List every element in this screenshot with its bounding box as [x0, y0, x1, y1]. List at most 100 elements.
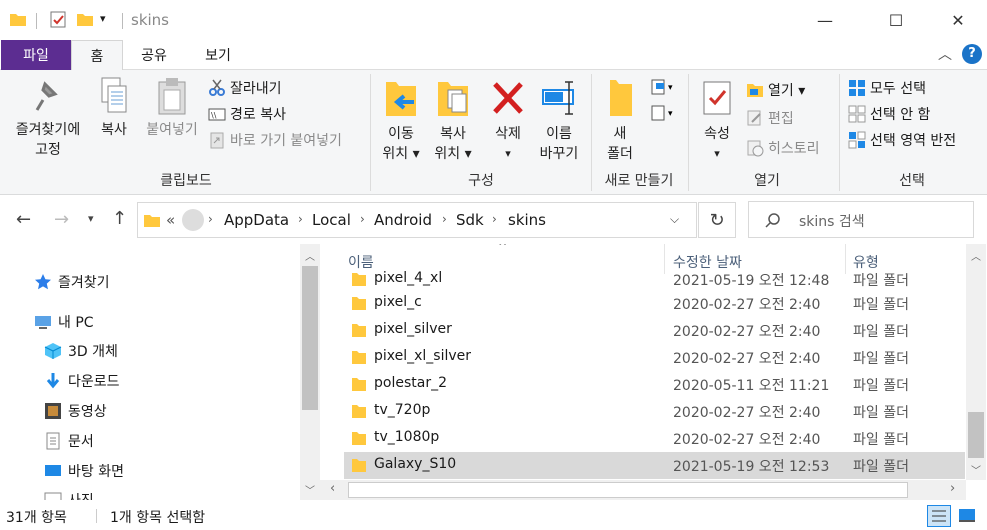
file-row[interactable]: Galaxy_S10 2021-05-19 오전 12:53 파일 폴더 — [344, 452, 965, 479]
collapse-ribbon-icon[interactable]: ︿ — [938, 44, 952, 64]
new-folder-button[interactable]: 새 폴더 — [598, 76, 642, 164]
svg-text:▾: ▾ — [668, 109, 673, 119]
folder-icon — [352, 273, 366, 286]
horizontal-scrollbar[interactable]: ‹ › — [320, 480, 966, 500]
file-name: tv_1080p — [374, 429, 440, 445]
paste-button[interactable]: 붙여넣기 — [140, 76, 204, 140]
open-group-label: 열기 — [754, 173, 780, 189]
nav-item-pictures[interactable]: 사진 — [44, 490, 94, 500]
nav-scrollbar[interactable]: ︿ ﹀ — [300, 244, 320, 500]
move-to-button[interactable]: 이동 위치 ▾ — [376, 76, 426, 164]
file-type: 파일 폴더 — [853, 324, 909, 340]
file-date: 2020-02-27 오전 2:40 — [673, 297, 821, 313]
up-arrow-icon[interactable]: ↑ — [112, 208, 127, 229]
maximize-button[interactable]: ☐ — [873, 0, 919, 40]
scroll-down-icon[interactable]: ﹀ — [305, 482, 315, 497]
select-all-button[interactable]: 모두 선택 — [848, 76, 926, 100]
address-dropdown-icon[interactable]: ⌵ — [670, 212, 679, 227]
refresh-button[interactable]: ↻ — [698, 202, 736, 238]
edit-button[interactable]: 편집 — [746, 106, 794, 130]
properties-button[interactable]: 속성 ▾ — [694, 76, 740, 164]
scissors-icon — [209, 79, 225, 96]
recent-locations-icon[interactable]: ▾ — [88, 212, 94, 225]
file-list-scroll-thumb[interactable] — [968, 412, 984, 458]
breadcrumb-overflow[interactable]: « — [166, 211, 175, 229]
customize-qat-icon[interactable]: ▾ — [100, 12, 106, 25]
breadcrumb-android[interactable]: Android — [374, 211, 432, 229]
delete-button[interactable]: 삭제 ▾ — [486, 76, 530, 164]
rename-button[interactable]: 이름 바꾸기 — [532, 76, 586, 164]
tab-share[interactable]: 공유 — [126, 40, 182, 70]
organize-group-label: 구성 — [468, 173, 494, 189]
folder-icon — [352, 324, 366, 337]
navigation-pane: 즐겨찾기 내 PC 3D 개체 다운로드 동영상 문서 바탕 화면 사진 — [0, 244, 320, 500]
properties-check-icon[interactable] — [50, 11, 66, 28]
forward-arrow-icon[interactable]: → — [54, 209, 69, 230]
invert-selection-button[interactable]: 선택 영역 반전 — [848, 128, 956, 152]
cut-button[interactable]: 잘라내기 — [208, 76, 282, 100]
item-count: 31개 항목 — [6, 510, 67, 526]
copy-to-button[interactable]: 복사 위치 ▾ — [428, 76, 478, 164]
copy-button[interactable]: 복사 — [92, 76, 136, 140]
new-folder-qat-icon[interactable] — [77, 12, 93, 26]
delete-x-icon — [493, 82, 523, 114]
scroll-left-icon[interactable]: ‹ — [330, 481, 335, 496]
status-bar: 31개 항목 1개 항목 선택함 — [0, 502, 987, 530]
close-button[interactable]: ✕ — [935, 0, 981, 40]
scroll-right-icon[interactable]: › — [950, 481, 955, 496]
nav-item-desktop[interactable]: 바탕 화면 — [44, 461, 124, 481]
scroll-down-icon[interactable]: ﹀ — [971, 462, 981, 477]
pictures-icon — [44, 492, 62, 500]
file-row[interactable]: pixel_silver 2020-02-27 오전 2:40 파일 폴더 — [344, 317, 965, 344]
nav-item-documents[interactable]: 문서 — [44, 431, 94, 451]
tab-view[interactable]: 보기 — [190, 40, 246, 70]
easy-access-icon[interactable]: ▾ — [650, 104, 678, 122]
title-bar: ▾ skins — ☐ ✕ — [0, 0, 987, 40]
breadcrumb-appdata[interactable]: AppData — [224, 211, 289, 229]
invert-selection-icon — [848, 131, 866, 149]
large-icons-view-button[interactable] — [956, 505, 980, 527]
file-row[interactable]: pixel_c 2020-02-27 오전 2:40 파일 폴더 — [344, 290, 965, 317]
file-type: 파일 폴더 — [853, 378, 909, 394]
file-row[interactable]: tv_1080p 2020-02-27 오전 2:40 파일 폴더 — [344, 425, 965, 452]
nav-scroll-thumb[interactable] — [302, 266, 318, 410]
history-button[interactable]: 히스토리 — [746, 136, 820, 160]
new-folder-icon — [610, 80, 632, 116]
breadcrumb-skins[interactable]: skins — [508, 211, 546, 229]
help-icon[interactable]: ? — [962, 44, 982, 64]
horizontal-scroll-thumb[interactable] — [348, 482, 908, 498]
breadcrumb-local[interactable]: Local — [312, 211, 351, 229]
details-view-button[interactable] — [927, 505, 951, 527]
file-row[interactable]: pixel_4_xl 2021-05-19 오전 12:48 파일 폴더 — [344, 266, 965, 293]
nav-item-downloads[interactable]: 다운로드 — [44, 371, 120, 391]
large-icons-view-icon — [959, 509, 975, 522]
select-none-button[interactable]: 선택 안 함 — [848, 102, 930, 126]
pin-to-quick-access-button[interactable]: 즐겨찾기에 고정 — [8, 76, 88, 160]
file-name: tv_720p — [374, 402, 431, 418]
tab-home[interactable]: 홈 — [71, 40, 123, 71]
nav-item-quick-access[interactable]: 즐겨찾기 — [34, 272, 110, 292]
search-icon — [765, 213, 780, 228]
file-row[interactable]: polestar_2 2020-05-11 오전 11:21 파일 폴더 — [344, 371, 965, 398]
minimize-button[interactable]: — — [802, 0, 848, 40]
nav-item-this-pc[interactable]: 내 PC — [34, 312, 94, 332]
file-row[interactable]: pixel_xl_silver 2020-02-27 오전 2:40 파일 폴더 — [344, 344, 965, 371]
scroll-up-icon[interactable]: ︿ — [971, 248, 981, 263]
nav-item-3d-objects[interactable]: 3D 개체 — [44, 341, 118, 361]
new-item-icon[interactable]: ▾ — [650, 78, 678, 96]
scroll-up-icon[interactable]: ︿ — [305, 248, 315, 263]
back-arrow-icon[interactable]: ← — [16, 209, 31, 230]
copy-path-button[interactable]: \\ 경로 복사 — [208, 102, 286, 126]
address-bar[interactable]: « › AppData › Local › Android › Sdk › sk… — [137, 202, 697, 238]
file-date: 2020-02-27 오전 2:40 — [673, 351, 821, 367]
ribbon-tabs: 파일 홈 공유 보기 ︿ ? — [0, 40, 987, 71]
file-row[interactable]: tv_720p 2020-02-27 오전 2:40 파일 폴더 — [344, 398, 965, 425]
breadcrumb-sdk[interactable]: Sdk — [456, 211, 484, 229]
file-list-scrollbar[interactable]: ︿ ﹀ — [966, 244, 986, 480]
search-box[interactable]: skins 검색 — [748, 201, 974, 238]
tab-file[interactable]: 파일 — [1, 40, 71, 70]
nav-item-videos[interactable]: 동영상 — [44, 401, 107, 421]
open-button[interactable]: 열기 ▾ — [746, 78, 805, 102]
paste-shortcut-button[interactable]: 바로 가기 붙여넣기 — [208, 128, 342, 152]
folder-icon — [144, 215, 160, 227]
